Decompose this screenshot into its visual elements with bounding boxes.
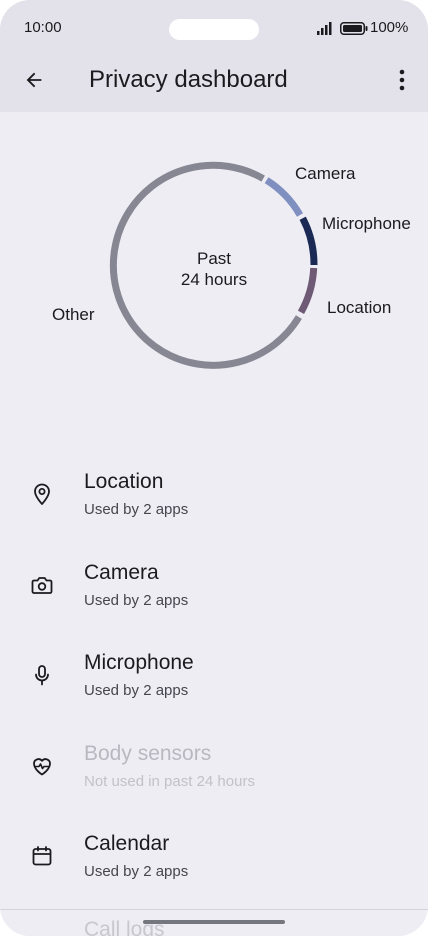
arrow-back-icon: [26, 72, 42, 88]
segment-label-other: Other: [52, 305, 95, 324]
segment-label-location: Location: [327, 298, 392, 317]
signal-icon: [317, 22, 332, 35]
segment-location[interactable]: [297, 267, 318, 315]
chart-center-label: Past 24 hours: [164, 248, 264, 290]
segment-label-camera: Camera: [295, 164, 356, 183]
status-time: 10:00: [24, 19, 62, 36]
usage-donut-chart[interactable]: Past 24 hours Camera Microphone Location…: [0, 112, 428, 412]
permission-subtitle: Used by 2 apps: [84, 863, 189, 880]
permission-subtitle: Used by 2 apps: [84, 682, 189, 699]
segment-microphone[interactable]: [299, 216, 318, 266]
segment-camera[interactable]: [264, 177, 304, 217]
permission-subtitle: Used by 2 apps: [84, 501, 189, 518]
status-bar: 10:00 100%: [0, 0, 428, 60]
more-options-button[interactable]: [388, 64, 416, 96]
gesture-nav-handle[interactable]: [143, 920, 285, 924]
battery-icon: [340, 22, 368, 35]
page-title: Privacy dashboard: [89, 66, 288, 93]
permission-subtitle: Used by 2 apps: [84, 592, 189, 609]
battery-percent: 100%: [370, 19, 409, 36]
heart-pulse-icon: [33, 758, 51, 776]
permission-subtitle: Not used in past 24 hours: [84, 773, 255, 790]
top-app-bar: 10:00 100% Privacy dashboard: [0, 0, 428, 112]
camera-cutout: [169, 19, 259, 40]
permission-item-camera[interactable]: Camera Used by 2 apps: [0, 551, 428, 641]
location-pin-icon: [34, 483, 50, 505]
permission-title: Location: [84, 470, 164, 493]
permission-title: Microphone: [84, 651, 194, 674]
permission-item-body-sensors[interactable]: Body sensors Not used in past 24 hours: [0, 732, 428, 822]
permission-title: Calendar: [84, 832, 170, 855]
permission-item-microphone[interactable]: Microphone Used by 2 apps: [0, 641, 428, 731]
permission-item-location[interactable]: Location Used by 2 apps: [0, 460, 428, 550]
segment-label-microphone: Microphone: [322, 214, 411, 233]
more-vert-icon: [399, 69, 405, 91]
center-label-line2: 24 hours: [180, 270, 248, 289]
permission-item-calendar[interactable]: Calendar Used by 2 apps: [0, 822, 428, 912]
back-button[interactable]: [18, 64, 50, 96]
microphone-icon: [35, 665, 49, 686]
permission-title: Camera: [84, 561, 159, 584]
camera-icon: [31, 577, 53, 594]
calendar-icon: [32, 846, 52, 866]
center-label-line1: Past: [196, 249, 232, 268]
permission-title: Body sensors: [84, 742, 212, 765]
phone-screen: 10:00 100% Privacy dashboard Past 24 hou…: [0, 0, 428, 936]
